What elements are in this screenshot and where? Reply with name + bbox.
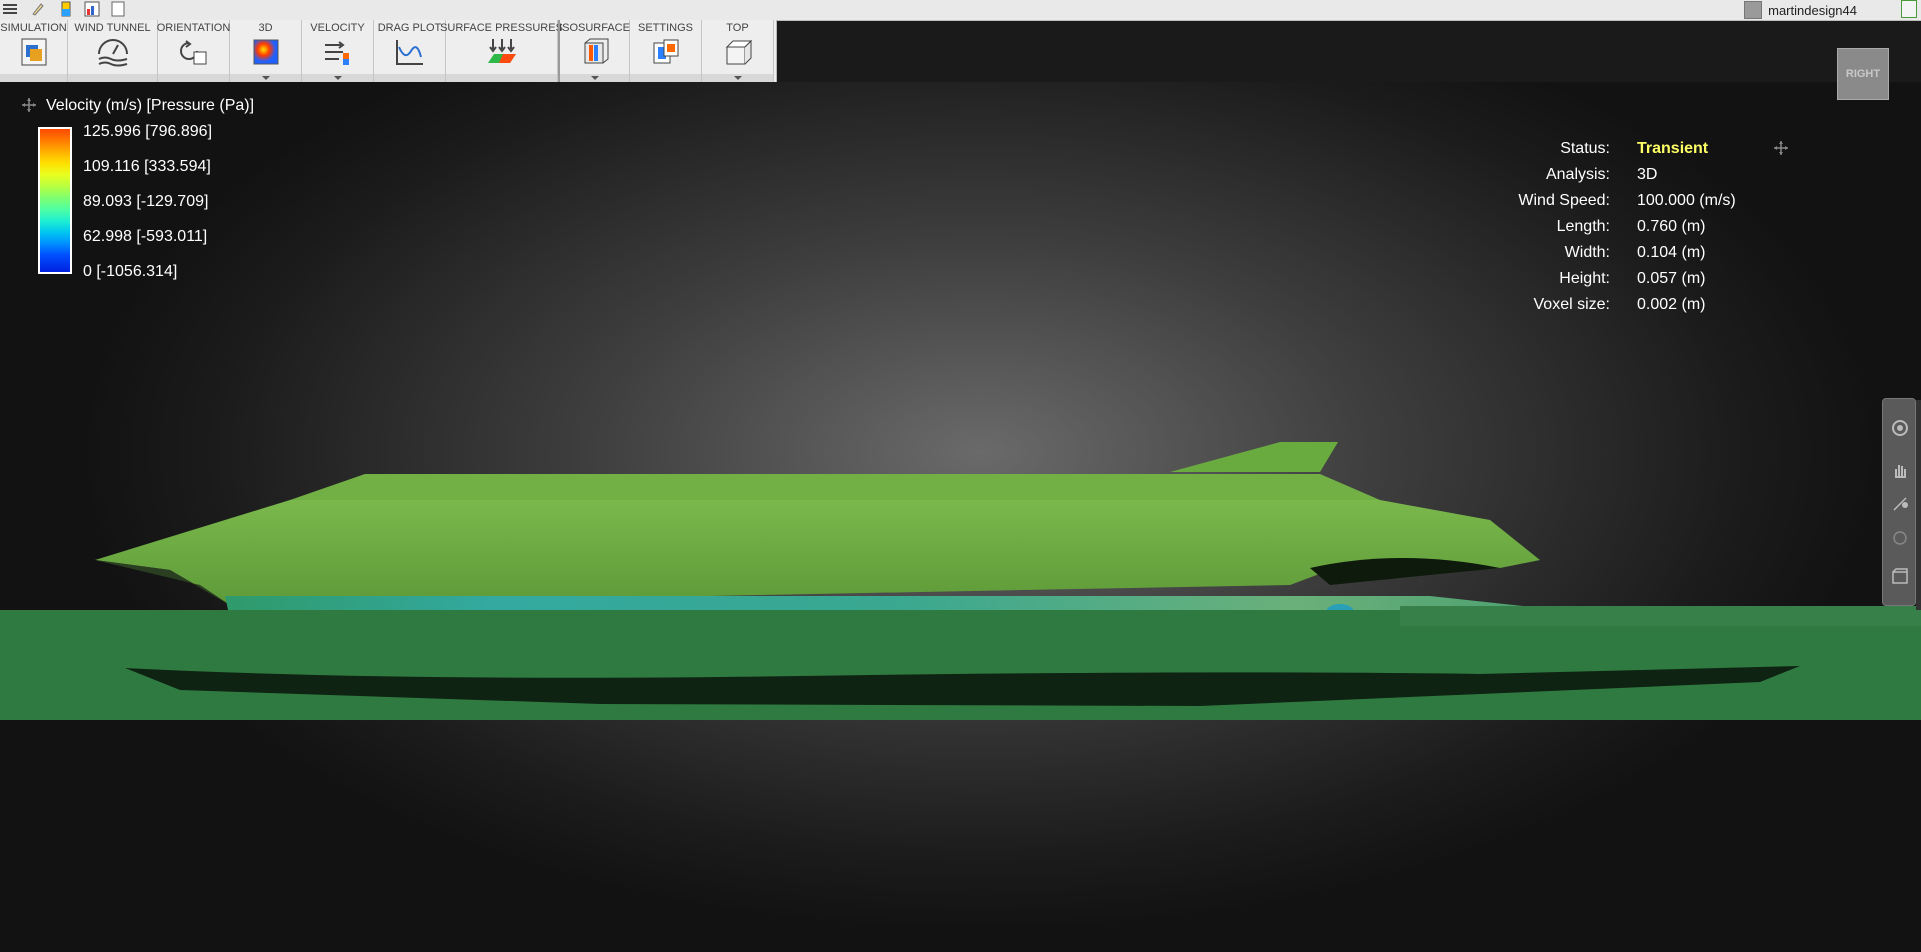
ribbon-panel-surface-pressures[interactable]: SURFACE PRESSURES	[440, 20, 563, 82]
chevron-down-icon[interactable]	[560, 74, 629, 82]
ribbon-label: ORIENTATION	[156, 22, 231, 34]
legend-color-icon[interactable]	[58, 1, 74, 17]
simulation-icon	[21, 38, 46, 66]
ribbon-dropdown	[0, 74, 67, 82]
ribbon-dropdown	[630, 74, 701, 82]
chevron-down-icon[interactable]	[230, 74, 301, 82]
legend-value: 0 [-1056.314]	[83, 263, 178, 280]
menu-icon[interactable]	[2, 1, 18, 17]
viewcube-face-label: RIGHT	[1845, 68, 1881, 80]
isosurface-icon	[584, 38, 608, 64]
status-key: Analysis:	[1545, 166, 1610, 183]
status-value: 3D	[1637, 166, 1658, 183]
chevron-down-icon[interactable]	[702, 74, 773, 82]
ribbon-dropdown	[374, 74, 445, 82]
settings-icon	[653, 39, 678, 64]
status-key: Height:	[1559, 270, 1610, 287]
ribbon-panel-3d[interactable]: 3D	[230, 20, 302, 82]
username: martindesign44	[1768, 2, 1857, 18]
surface-pressures-icon	[487, 39, 516, 63]
ribbon-label: VELOCITY	[310, 22, 365, 34]
velocity-icon	[324, 41, 349, 65]
ribbon-label: WIND TUNNEL	[74, 22, 151, 34]
ribbon-label: ISOSURFACE	[559, 22, 630, 34]
status-row: Width: 0.104 (m)	[1500, 244, 1840, 266]
ribbon-panel-orientation[interactable]: ORIENTATION	[156, 20, 231, 82]
color-legend-bar	[38, 127, 72, 274]
status-key: Wind Speed:	[1518, 192, 1610, 209]
ribbon-dropdown	[446, 74, 557, 82]
pan-icon[interactable]	[1891, 461, 1909, 479]
report-icon[interactable]	[84, 1, 100, 17]
status-value: 100.000 (m/s)	[1637, 192, 1736, 209]
legend-value: 62.998 [-593.011]	[83, 228, 208, 245]
ribbon-toolbar: SIMULATION WIND TUNNEL ORIENTATION 3D VE…	[0, 20, 777, 82]
orbit-icon[interactable]	[1891, 419, 1909, 437]
ribbon-panel-velocity[interactable]: VELOCITY	[302, 20, 374, 82]
help-icon[interactable]	[1901, 0, 1917, 18]
status-key: Length:	[1556, 218, 1610, 235]
viewport-scrollbar[interactable]	[1916, 400, 1921, 610]
ribbon-dropdown	[158, 74, 229, 82]
status-row: Length: 0.760 (m)	[1500, 218, 1840, 240]
look-icon[interactable]	[1891, 529, 1909, 547]
status-row: Voxel size: 0.002 (m)	[1500, 296, 1840, 318]
viewcube-toggle-icon[interactable]	[1891, 567, 1909, 585]
status-value: 0.002 (m)	[1637, 296, 1706, 313]
status-value: 0.057 (m)	[1637, 270, 1706, 287]
chevron-down-icon[interactable]	[302, 74, 373, 82]
brush-icon[interactable]	[30, 1, 46, 17]
ribbon-panel-isosurface[interactable]: ISOSURFACE	[558, 20, 630, 82]
status-key: Voxel size:	[1533, 296, 1610, 313]
ribbon-panel-wind-tunnel[interactable]: WIND TUNNEL	[68, 20, 158, 82]
title-bar: martindesign44	[0, 0, 1921, 21]
status-row: Status: Transient	[1500, 140, 1840, 162]
ribbon-label: SETTINGS	[637, 22, 693, 34]
ribbon-label: 3D	[258, 22, 273, 34]
ribbon-panel-drag-plot[interactable]: DRAG PLOT	[374, 20, 446, 82]
simulation-model-render[interactable]	[0, 420, 1921, 720]
ribbon-label: SIMULATION	[0, 22, 67, 34]
status-value: Transient	[1637, 140, 1709, 157]
ribbon-panel-simulation[interactable]: SIMULATION	[0, 20, 68, 82]
avatar	[1744, 1, 1763, 19]
legend-value: 89.093 [-129.709]	[83, 193, 209, 210]
legend-move-icon[interactable]	[22, 98, 36, 112]
status-row: Analysis: 3D	[1500, 166, 1840, 188]
ribbon-dropdown	[68, 74, 157, 82]
status-key: Width:	[1564, 244, 1610, 261]
wind-tunnel-icon	[97, 39, 128, 67]
ribbon-label: SURFACE PRESSURES	[440, 22, 563, 34]
zoom-icon[interactable]	[1891, 495, 1909, 513]
status-row: Wind Speed: 100.000 (m/s)	[1500, 192, 1840, 214]
viewcube[interactable]: RIGHT	[1837, 48, 1889, 100]
status-value: 0.760 (m)	[1637, 218, 1706, 235]
legend-value: 125.996 [796.896]	[83, 123, 213, 140]
3d-color-icon	[253, 39, 278, 65]
status-key: Status:	[1560, 140, 1610, 157]
document-icon[interactable]	[110, 1, 126, 17]
ribbon-panel-top[interactable]: TOP	[702, 20, 774, 82]
legend-value: 109.116 [333.594]	[83, 158, 211, 175]
orientation-icon	[179, 40, 206, 65]
user-account[interactable]: martindesign44	[1744, 1, 1857, 19]
navigation-bar	[1882, 398, 1916, 606]
drag-plot-icon	[395, 40, 423, 65]
ribbon-panel-settings[interactable]: SETTINGS	[630, 20, 702, 82]
legend-title: Velocity (m/s) [Pressure (Pa)]	[46, 97, 255, 114]
status-row: Height: 0.057 (m)	[1500, 270, 1840, 292]
ribbon-label: TOP	[726, 22, 749, 34]
status-value: 0.104 (m)	[1637, 244, 1706, 261]
ribbon-label: DRAG PLOT	[377, 22, 442, 34]
top-view-icon	[725, 39, 752, 65]
